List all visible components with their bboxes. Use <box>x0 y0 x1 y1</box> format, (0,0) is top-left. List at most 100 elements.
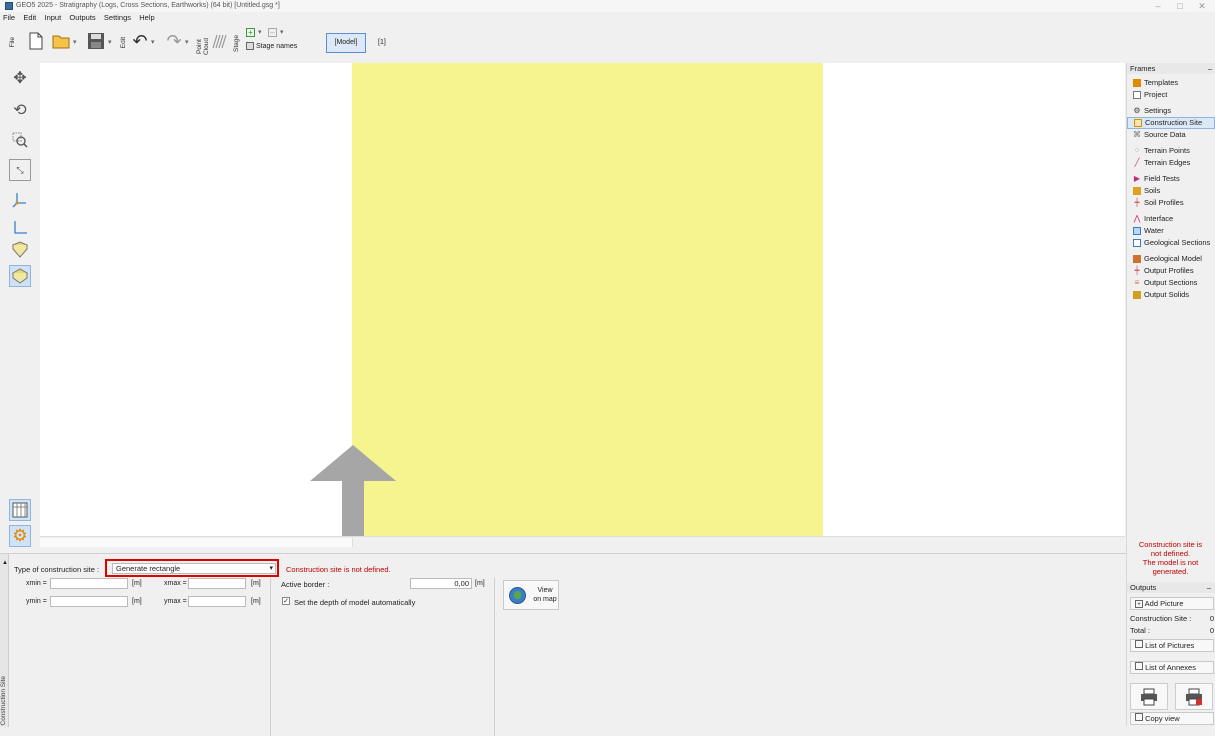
status-message: Construction site is not defined. <box>286 565 391 574</box>
zoom-icon[interactable] <box>9 129 31 151</box>
frame-interface[interactable]: ⋀ Interface <box>1127 213 1215 225</box>
model-button[interactable]: [Model] <box>326 33 366 53</box>
point-cloud-icon[interactable] <box>210 31 230 51</box>
frame-source-data[interactable]: ⌘ Source Data <box>1127 129 1215 141</box>
axes-3d-icon[interactable] <box>9 189 31 211</box>
frame-construction-site[interactable]: Construction Site <box>1127 117 1215 129</box>
terrain-points-icon: ⁘ <box>1133 146 1141 155</box>
frame-terrain-edges[interactable]: ╱ Terrain Edges <box>1127 157 1215 169</box>
undo-icon[interactable]: ↶ <box>130 31 150 51</box>
add-picture-button[interactable]: + Add Picture <box>1130 597 1214 610</box>
frame-field-tests[interactable]: ▶ Field Tests <box>1127 173 1215 185</box>
table-view-icon[interactable] <box>9 499 31 521</box>
add-picture-label: Add Picture <box>1144 599 1184 608</box>
collapse-outputs-icon[interactable]: – <box>1207 582 1211 593</box>
xmin-input[interactable] <box>50 578 128 589</box>
view-3d-icon[interactable] <box>9 265 31 287</box>
count-value: 0 <box>1209 614 1214 623</box>
minimize-button[interactable]: – <box>1148 0 1168 12</box>
remove-stage-icon[interactable]: – <box>268 28 277 37</box>
frame-geological-model[interactable]: Geological Model <box>1127 253 1215 265</box>
fit-view-icon[interactable]: ⤡ <box>9 159 31 181</box>
frame-geological-sections[interactable]: Geological Sections <box>1127 237 1215 249</box>
copy-view-button[interactable]: Copy view <box>1130 712 1214 725</box>
redo-icon[interactable]: ↷ <box>164 31 184 51</box>
north-arrow-icon <box>310 445 396 539</box>
construction-site-icon <box>1134 119 1142 127</box>
frame-output-sections[interactable]: ≡ Output Sections <box>1127 277 1215 289</box>
move-icon[interactable]: ✥ <box>9 67 31 89</box>
add-stage-icon[interactable]: + <box>246 28 255 37</box>
save-icon[interactable] <box>86 31 106 51</box>
interface-icon: ⋀ <box>1133 214 1141 223</box>
active-border-input[interactable]: 0,00 <box>410 578 472 589</box>
menu-input[interactable]: Input <box>42 12 65 24</box>
open-file-icon[interactable] <box>52 31 72 51</box>
frame-soil-profiles[interactable]: ┿ Soil Profiles <box>1127 197 1215 209</box>
print-export-button[interactable] <box>1175 683 1213 710</box>
settings-gear-icon[interactable]: ⚙ <box>9 525 31 547</box>
stage-names-button[interactable]: Stage names <box>246 42 297 50</box>
frame-project[interactable]: Project <box>1127 89 1215 101</box>
templates-icon <box>1133 79 1141 87</box>
stage-names-icon <box>246 42 254 50</box>
view-label: View <box>537 587 553 594</box>
frame-templates[interactable]: Templates <box>1127 77 1215 89</box>
axes-2d-icon[interactable] <box>9 217 31 239</box>
frame-settings[interactable]: ⚙ Settings <box>1127 105 1215 117</box>
save-dropdown-chevron-icon[interactable]: ▾ <box>108 38 112 46</box>
ymin-input[interactable] <box>50 596 128 607</box>
frame-soils[interactable]: Soils <box>1127 185 1215 197</box>
add-stage-chevron-icon[interactable]: ▾ <box>258 28 262 36</box>
remove-stage-chevron-icon[interactable]: ▾ <box>280 28 284 36</box>
menu-settings[interactable]: Settings <box>101 12 134 24</box>
frame-label: Terrain Edges <box>1144 158 1191 167</box>
scrollbar-thumb[interactable] <box>40 538 353 547</box>
panel-pin-icon[interactable]: ▲ <box>2 560 8 566</box>
print-button[interactable] <box>1130 683 1168 710</box>
frame-output-solids[interactable]: Output Solids <box>1127 289 1215 301</box>
horizontal-scrollbar[interactable] <box>40 536 1125 548</box>
list-of-pictures-button[interactable]: List of Pictures <box>1130 639 1214 652</box>
view-on-map-button[interactable]: View on map <box>503 580 559 610</box>
menu-edit[interactable]: Edit <box>20 12 39 24</box>
copy-view-icon <box>1135 713 1143 721</box>
menu-outputs[interactable]: Outputs <box>66 12 98 24</box>
open-dropdown-chevron-icon[interactable]: ▾ <box>73 38 77 46</box>
view-top-icon[interactable] <box>9 239 31 261</box>
redo-dropdown-chevron-icon[interactable]: ▾ <box>185 38 189 46</box>
field-tests-icon: ▶ <box>1133 174 1141 183</box>
auto-depth-checkbox[interactable]: ✓ <box>282 597 290 605</box>
collapse-frames-icon[interactable]: – <box>1208 63 1212 74</box>
frame-terrain-points[interactable]: ⁘ Terrain Points <box>1127 145 1215 157</box>
model-canvas[interactable] <box>40 63 1125 539</box>
unit-label: [m] <box>132 598 142 605</box>
xmax-input[interactable] <box>188 578 246 589</box>
unit-label: [m] <box>251 598 261 605</box>
type-select[interactable]: Generate rectangle ▾ <box>112 563 276 574</box>
rotate-icon[interactable]: ⟲ <box>9 99 31 121</box>
geological-model-icon <box>1133 255 1141 263</box>
menu-help[interactable]: Help <box>136 12 157 24</box>
menu-file[interactable]: File <box>0 12 18 24</box>
construction-site-area <box>352 63 823 536</box>
auto-depth-label: Set the depth of model automatically <box>294 598 416 607</box>
maximize-button[interactable]: □ <box>1170 0 1190 12</box>
frame-output-profiles[interactable]: ┿ Output Profiles <box>1127 265 1215 277</box>
section-divider <box>494 578 495 736</box>
new-file-icon[interactable] <box>26 31 46 51</box>
undo-dropdown-chevron-icon[interactable]: ▾ <box>151 38 155 46</box>
close-button[interactable]: ✕ <box>1192 0 1212 12</box>
frame-label: Soil Profiles <box>1144 198 1184 207</box>
frame-water[interactable]: Water <box>1127 225 1215 237</box>
water-icon <box>1133 227 1141 235</box>
ymax-input[interactable] <box>188 596 246 607</box>
stage-index-label[interactable]: [1] <box>378 39 386 46</box>
frame-label: Project <box>1144 90 1168 99</box>
soil-profiles-icon: ┿ <box>1134 198 1140 207</box>
list-of-annexes-button[interactable]: List of Annexes <box>1130 661 1214 674</box>
toolbar-section-edit: Edit <box>120 37 127 49</box>
panel-side-tab[interactable]: ▲ Construction Site <box>0 554 9 727</box>
copy-view-label: Copy view <box>1145 714 1180 723</box>
ymin-label: ymin = <box>26 598 47 605</box>
